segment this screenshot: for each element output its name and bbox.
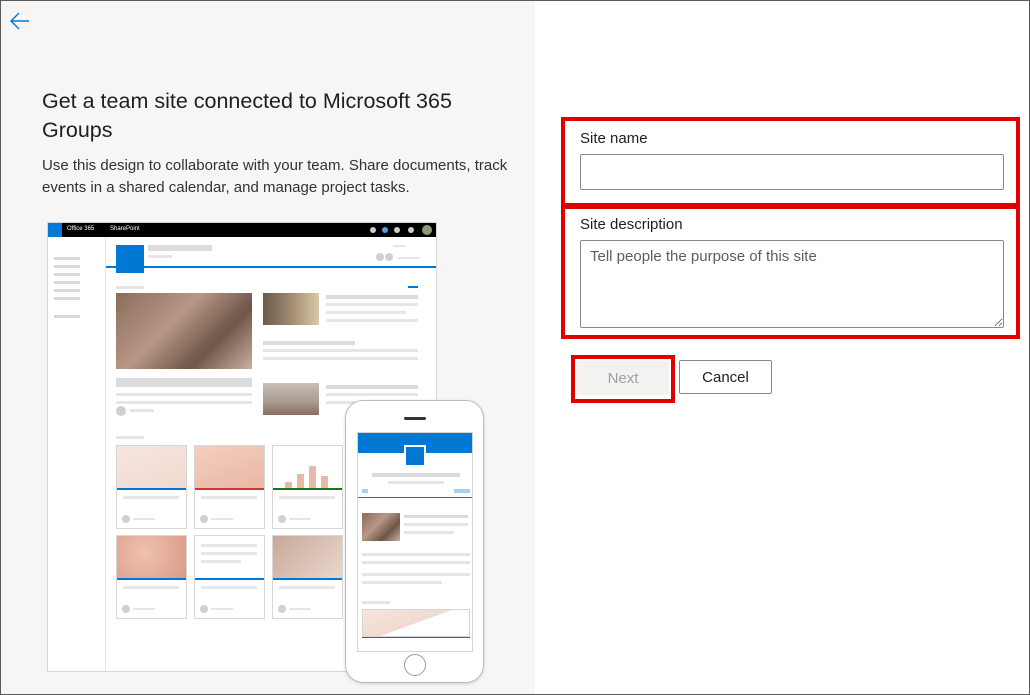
phone-home-button	[404, 654, 426, 676]
preview-hero-image	[116, 293, 252, 369]
site-details-panel	[535, 1, 1029, 694]
site-name-label: Site name	[580, 130, 648, 147]
preview-header-line	[106, 266, 436, 268]
cancel-button[interactable]: Cancel	[679, 360, 772, 394]
arrow-left-icon	[10, 12, 29, 30]
preview-news-image	[263, 383, 319, 415]
preview-toolbar-icon	[370, 227, 376, 233]
preview-toolbar-icon	[408, 227, 414, 233]
preview-card	[194, 445, 265, 529]
site-description-textarea[interactable]	[580, 240, 1004, 328]
phone-speaker	[404, 417, 426, 420]
preview-app-label: SharePoint	[110, 226, 140, 232]
next-button[interactable]: Next	[577, 361, 669, 395]
preview-toolbar-icon	[382, 227, 388, 233]
page-title: Get a team site connected to Microsoft 3…	[42, 89, 452, 142]
preview-suite-bar: Office 365 SharePoint	[48, 223, 436, 237]
preview-card	[116, 535, 187, 619]
preview-card	[272, 535, 343, 619]
preview-toolbar-icon	[394, 227, 400, 233]
waffle-icon	[48, 223, 62, 237]
preview-avatar	[422, 225, 432, 235]
phone-screen	[357, 432, 473, 652]
back-button[interactable]	[9, 9, 33, 33]
preview-card	[116, 445, 187, 529]
page-description: Use this design to collaborate with your…	[42, 157, 508, 196]
mobile-preview-image	[345, 400, 484, 683]
site-name-input[interactable]	[580, 154, 1004, 190]
preview-site-logo	[116, 245, 144, 273]
preview-card	[194, 535, 265, 619]
preview-chart-card	[272, 445, 343, 529]
preview-news-image	[263, 293, 319, 325]
preview-left-nav	[48, 237, 106, 671]
preview-suite-label: Office 365	[67, 226, 95, 232]
site-description-label: Site description	[580, 216, 683, 233]
